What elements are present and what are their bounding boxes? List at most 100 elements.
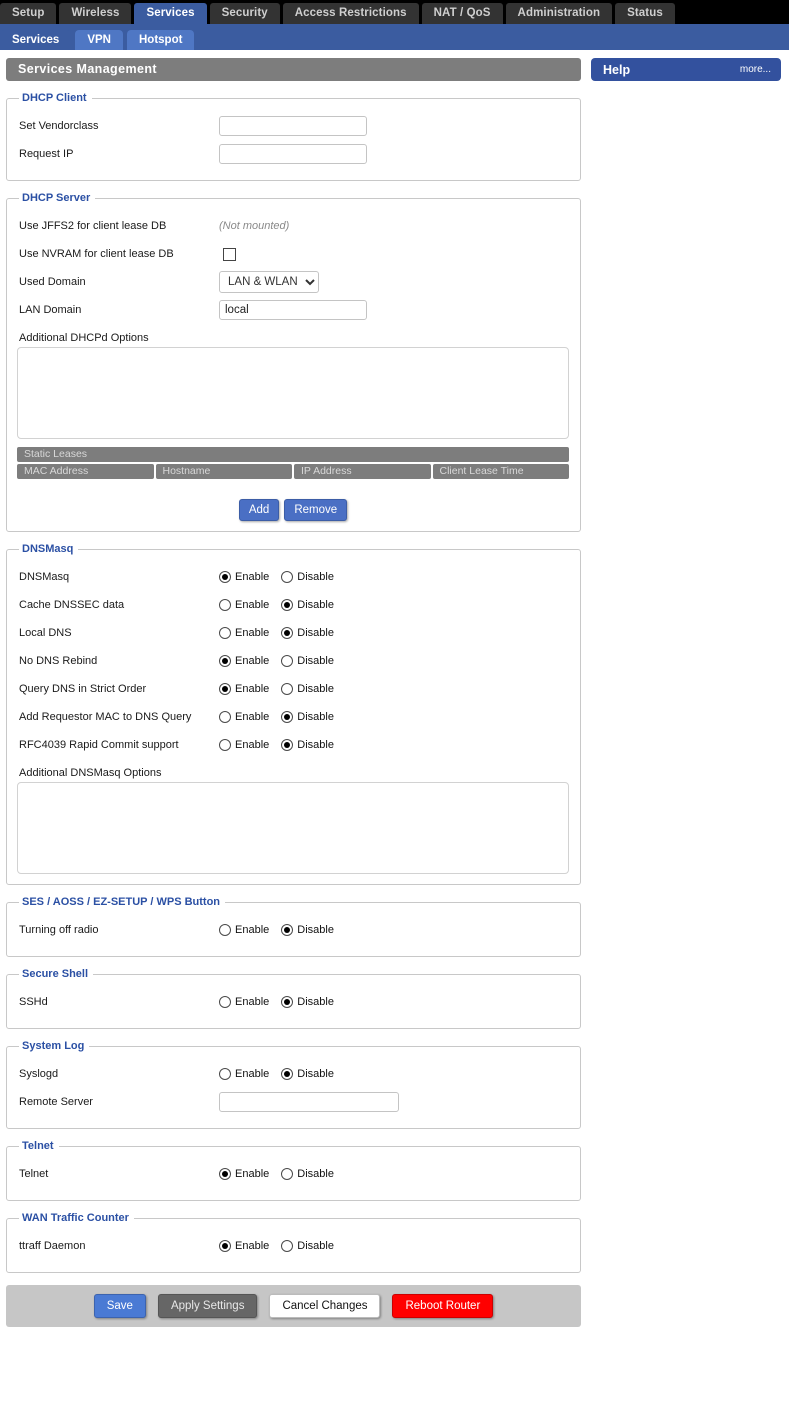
topnav-tab-nat-qos[interactable]: NAT / QoS <box>422 3 503 24</box>
radio-label-enable: Enable <box>235 655 269 667</box>
cancel-changes-button[interactable]: Cancel Changes <box>269 1294 380 1318</box>
radio-turning-off-radio-enable[interactable]: Enable <box>219 924 269 936</box>
row-nvram-lease-db: Use NVRAM for client lease DB <box>17 242 570 266</box>
radio-group-turning-off-radio: Enable Disable <box>219 924 346 936</box>
radio-dot-disable-icon <box>281 599 293 611</box>
section-legend-wan-traffic-counter: WAN Traffic Counter <box>19 1212 134 1224</box>
control-sshd: Enable Disable <box>219 996 570 1008</box>
help-more-link[interactable]: more... <box>740 64 771 75</box>
radio-dot-disable-icon <box>281 1068 293 1080</box>
row-cache-dnssec-data: Cache DNSSEC data Enable Disable <box>17 593 570 617</box>
nvram-lease-db-checkbox[interactable] <box>223 248 236 261</box>
radio-label-enable: Enable <box>235 711 269 723</box>
label-cache-dnssec-data: Cache DNSSEC data <box>17 599 219 611</box>
remove-lease-button[interactable]: Remove <box>284 499 347 521</box>
radio-label-enable: Enable <box>235 1240 269 1252</box>
radio-rfc4039-rapid-commit-support-enable[interactable]: Enable <box>219 739 269 751</box>
radio-sshd-enable[interactable]: Enable <box>219 996 269 1008</box>
radio-dot-enable-icon <box>219 599 231 611</box>
row-set-vendorclass: Set Vendorclass <box>17 114 570 138</box>
radio-label-disable: Disable <box>297 571 334 583</box>
radio-dot-enable-icon <box>219 739 231 751</box>
radio-dot-enable-icon <box>219 1068 231 1080</box>
system-log-rows: SyslogdEnable Disable <box>17 1062 570 1086</box>
control-local-dns: Enable Disable <box>219 627 570 639</box>
radio-no-dns-rebind-enable[interactable]: Enable <box>219 655 269 667</box>
radio-telnet-disable[interactable]: Disable <box>281 1168 334 1180</box>
row-add-requestor-mac-to-dns-query: Add Requestor MAC to DNS QueryEnableDisa… <box>17 705 570 729</box>
static-leases-table: Static Leases MAC Address Hostname IP Ad… <box>17 447 570 521</box>
dnsmasq-rows: DNSMasqEnableDisableCache DNSSEC dataEna… <box>17 565 570 757</box>
radio-dnsmasq-disable[interactable]: Disable <box>281 571 334 583</box>
radio-syslogd-enable[interactable]: Enable <box>219 1068 269 1080</box>
row-used-domain: Used Domain LAN & WLAN <box>17 270 570 294</box>
topnav-tab-security[interactable]: Security <box>210 3 280 24</box>
radio-ttraff-daemon-enable[interactable]: Enable <box>219 1240 269 1252</box>
control-query-dns-in-strict-order: Enable Disable <box>219 683 570 695</box>
reboot-router-button[interactable]: Reboot Router <box>392 1294 493 1318</box>
subnav-tab-hotspot[interactable]: Hotspot <box>127 30 194 50</box>
radio-add-requestor-mac-to-dns-query-disable[interactable]: Disable <box>281 711 334 723</box>
radio-cache-dnssec-data-enable[interactable]: Enable <box>219 599 269 611</box>
radio-local-dns-disable[interactable]: Disable <box>281 627 334 639</box>
topnav-tab-access-restrictions[interactable]: Access Restrictions <box>283 3 419 24</box>
radio-dot-enable-icon <box>219 571 231 583</box>
label-query-dns-in-strict-order: Query DNS in Strict Order <box>17 683 219 695</box>
radio-dnsmasq-enable[interactable]: Enable <box>219 571 269 583</box>
radio-dot-disable-icon <box>281 739 293 751</box>
control-syslogd: Enable Disable <box>219 1068 570 1080</box>
radio-label-enable: Enable <box>235 996 269 1008</box>
radio-telnet-enable[interactable]: Enable <box>219 1168 269 1180</box>
used-domain-select[interactable]: LAN & WLAN <box>219 271 319 293</box>
radio-query-dns-in-strict-order-disable[interactable]: Disable <box>281 683 334 695</box>
set-vendorclass-input[interactable] <box>219 116 367 136</box>
radio-group-dnsmasq: Enable Disable <box>219 571 346 583</box>
radio-label-disable: Disable <box>297 924 334 936</box>
radio-label-disable: Disable <box>297 739 334 751</box>
radio-sshd-disable[interactable]: Disable <box>281 996 334 1008</box>
topnav-tab-setup[interactable]: Setup <box>0 3 56 24</box>
label-additional-dhcpd-options: Additional DHCPd Options <box>17 326 570 347</box>
column-header-ip-address: IP Address <box>294 464 431 479</box>
radio-cache-dnssec-data-disable[interactable]: Disable <box>281 599 334 611</box>
telnet-rows: TelnetEnable Disable <box>17 1162 570 1186</box>
static-leases-title: Static Leases <box>17 447 569 462</box>
radio-add-requestor-mac-to-dns-query-enable[interactable]: Enable <box>219 711 269 723</box>
apply-settings-button[interactable]: Apply Settings <box>158 1294 258 1318</box>
save-button[interactable]: Save <box>94 1294 146 1318</box>
radio-group-syslogd: Enable Disable <box>219 1068 346 1080</box>
topnav-tab-services[interactable]: Services <box>134 3 206 24</box>
subnav-tab-services[interactable]: Services <box>0 30 71 50</box>
label-telnet: Telnet <box>17 1168 219 1180</box>
section-legend-telnet: Telnet <box>19 1140 59 1152</box>
label-syslogd: Syslogd <box>17 1068 219 1080</box>
lan-domain-input[interactable] <box>219 300 367 320</box>
action-button-bar: Save Apply Settings Cancel Changes Reboo… <box>6 1285 581 1327</box>
radio-rfc4039-rapid-commit-support-disable[interactable]: Disable <box>281 739 334 751</box>
add-lease-button[interactable]: Add <box>239 499 279 521</box>
subnav-tab-vpn[interactable]: VPN <box>75 30 123 50</box>
remote-server-input[interactable] <box>219 1092 399 1112</box>
additional-dnsmasq-options-textarea[interactable] <box>17 782 569 874</box>
label-no-dns-rebind: No DNS Rebind <box>17 655 219 667</box>
wan-traffic-rows: ttraff DaemonEnableDisable <box>17 1234 570 1258</box>
radio-local-dns-enable[interactable]: Enable <box>219 627 269 639</box>
topnav-tab-administration[interactable]: Administration <box>506 3 613 24</box>
radio-turning-off-radio-disable[interactable]: Disable <box>281 924 334 936</box>
topnav-tab-status[interactable]: Status <box>615 3 675 24</box>
label-used-domain: Used Domain <box>17 276 219 288</box>
row-turning-off-radio: Turning off radioEnableDisable <box>17 918 570 942</box>
control-no-dns-rebind: Enable Disable <box>219 655 570 667</box>
topnav-tab-wireless[interactable]: Wireless <box>59 3 131 24</box>
row-syslogd: SyslogdEnable Disable <box>17 1062 570 1086</box>
help-panel[interactable]: Help more... <box>591 58 781 81</box>
radio-label-enable: Enable <box>235 924 269 936</box>
radio-syslogd-disable[interactable]: Disable <box>281 1068 334 1080</box>
radio-query-dns-in-strict-order-enable[interactable]: Enable <box>219 683 269 695</box>
additional-dhcpd-options-textarea[interactable] <box>17 347 569 439</box>
radio-no-dns-rebind-disable[interactable]: Disable <box>281 655 334 667</box>
radio-group-telnet: Enable Disable <box>219 1168 346 1180</box>
request-ip-input[interactable] <box>219 144 367 164</box>
radio-label-enable: Enable <box>235 599 269 611</box>
radio-ttraff-daemon-disable[interactable]: Disable <box>281 1240 334 1252</box>
